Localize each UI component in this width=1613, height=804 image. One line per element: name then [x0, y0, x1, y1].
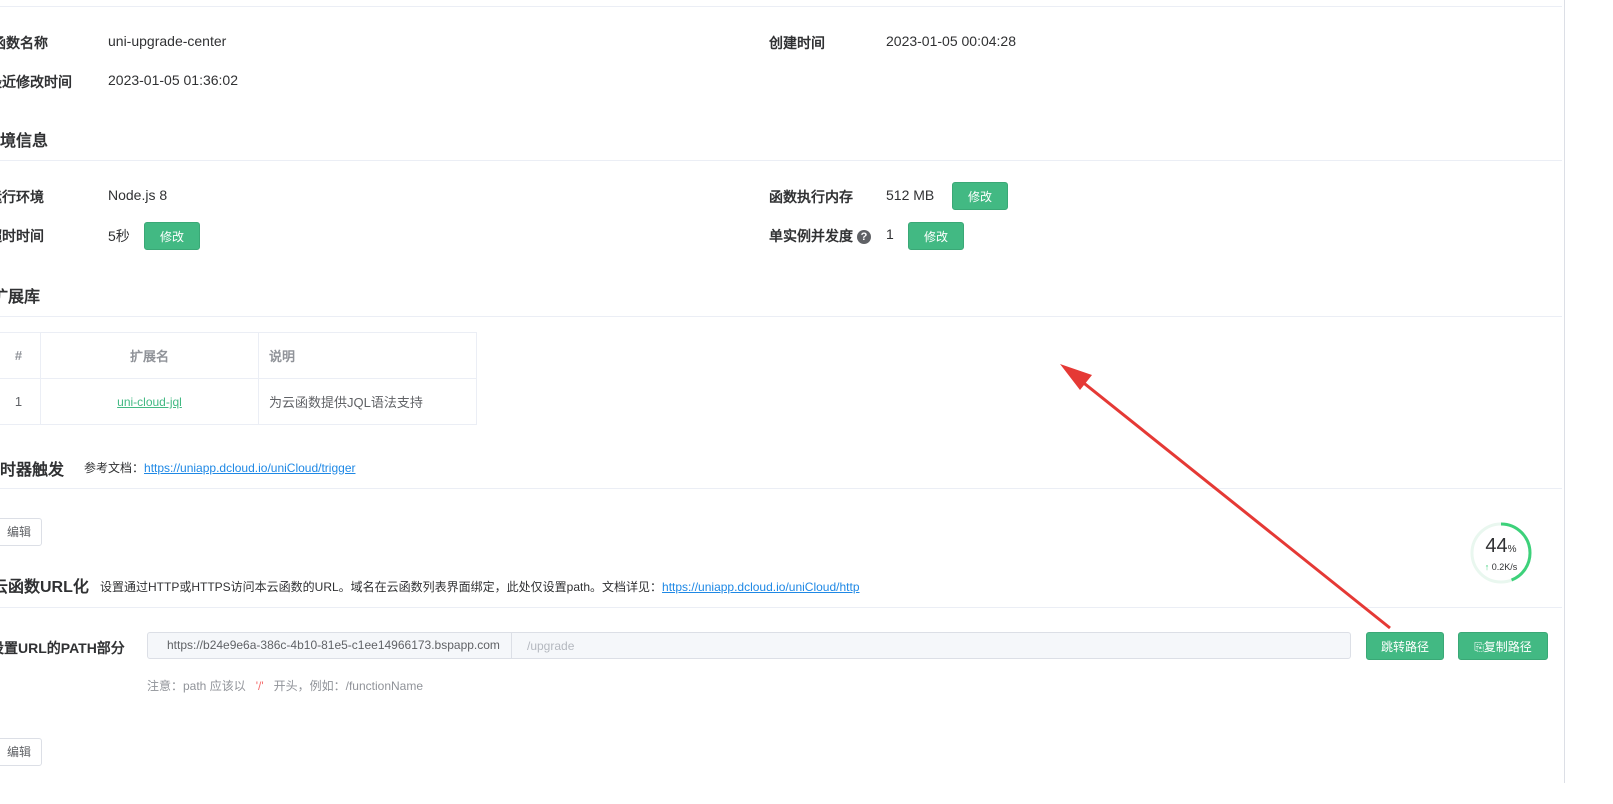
memory-value: 512 MB — [886, 187, 935, 203]
goto-path-button[interactable]: 跳转路径 — [1366, 632, 1444, 660]
url-doc-link[interactable]: https://uniapp.dcloud.io/uniCloud/http — [662, 580, 859, 594]
created-value: 2023-01-05 00:04:28 — [886, 33, 1016, 49]
gauge-speed-value: 0.2K/s — [1491, 562, 1518, 572]
trigger-section-title: 定时器触发 — [0, 462, 65, 479]
row-desc: 为云函数提供JQL语法支持 — [258, 378, 477, 425]
edit-memory-button[interactable]: 修改 — [952, 182, 1009, 210]
table-row: 1 uni-cloud-jql 为云函数提供JQL语法支持 — [0, 378, 477, 425]
path-label: 设置URL的PATH部分 — [0, 640, 125, 656]
help-icon[interactable]: ? — [857, 230, 871, 244]
copy-icon: ⎘ — [1474, 640, 1484, 654]
created-label: 创建时间 — [769, 35, 825, 51]
path-input[interactable] — [513, 633, 1348, 658]
concurrency-value: 1 — [886, 226, 894, 242]
modified-label: 最近修改时间 — [0, 74, 72, 90]
trigger-doc-label: 参考文档： — [84, 461, 145, 475]
hint-suffix: 开头，例如：/functionName — [273, 679, 423, 693]
trigger-doc-link[interactable]: https://uniapp.dcloud.io/uniCloud/trigge… — [144, 461, 355, 475]
runtime-label: 运行环境 — [0, 189, 44, 205]
gauge-percent: 44% — [1470, 535, 1532, 558]
hint-prefix: 注意：path 应该以 — [147, 679, 246, 693]
trigger-doc: 参考文档：https://uniapp.dcloud.io/uniCloud/t… — [84, 459, 356, 476]
timeout-label: 超时时间 — [0, 228, 44, 244]
trigger-divider — [0, 488, 1562, 489]
extensions-divider — [0, 316, 1562, 317]
url-desc: 设置通过HTTP或HTTPS访问本云函数的URL。域名在云函数列表界面绑定，此处… — [100, 578, 860, 595]
row-index: 1 — [0, 378, 41, 425]
edit-concurrency-button[interactable]: 修改 — [908, 222, 965, 250]
upload-arrow-icon: ↑ — [1484, 562, 1490, 572]
url-desc-text: 设置通过HTTP或HTTPS访问本云函数的URL。域名在云函数列表界面绑定，此处… — [100, 580, 663, 594]
func-name-value: uni-upgrade-center — [108, 33, 227, 49]
right-scroll-edge — [1564, 0, 1565, 783]
col-name-header: 扩展名 — [40, 332, 259, 379]
concurrency-label: 单实例并发度 — [769, 228, 853, 244]
gauge-speed: ↑ 0.2K/s — [1470, 562, 1532, 572]
func-name-label: 函数名称 — [0, 35, 48, 51]
gauge-percent-unit: % — [1507, 544, 1517, 555]
env-divider — [0, 160, 1562, 161]
gauge-percent-value: 44 — [1485, 535, 1508, 557]
path-input-group: https://b24e9e6a-386c-4b10-81e5-c1ee1496… — [147, 632, 1351, 659]
edit-trigger-button[interactable]: 编辑 — [0, 518, 43, 546]
col-index-header: # — [0, 332, 41, 379]
concurrency-label-wrap: 单实例并发度? — [769, 226, 871, 246]
url-section-title: 云函数URL化 — [0, 579, 89, 596]
copy-path-button[interactable]: ⎘复制路径 — [1458, 632, 1548, 660]
runtime-value: Node.js 8 — [108, 187, 168, 203]
domain-prefix: https://b24e9e6a-386c-4b10-81e5-c1ee1496… — [148, 633, 512, 658]
memory-label: 函数执行内存 — [769, 189, 853, 205]
env-section-title: 环境信息 — [0, 133, 49, 150]
copy-path-label: 复制路径 — [1483, 640, 1532, 654]
row-name-cell: uni-cloud-jql — [40, 378, 259, 425]
modified-value: 2023-01-05 01:36:02 — [108, 72, 238, 88]
url-divider — [0, 607, 1562, 608]
table-header-row: # 扩展名 说明 — [0, 332, 477, 379]
edit-timeout-button[interactable]: 修改 — [144, 222, 201, 250]
network-monitor-widget[interactable]: 44% ↑ 0.2K/s — [1470, 522, 1532, 584]
edit-url-button[interactable]: 编辑 — [0, 738, 43, 766]
hint-slash: '/' — [255, 679, 264, 693]
top-divider — [0, 6, 1562, 7]
col-desc-header: 说明 — [258, 332, 477, 379]
extension-link[interactable]: uni-cloud-jql — [117, 395, 182, 409]
timeout-value: 5秒 — [108, 228, 130, 244]
extensions-section-title: 扩展库 — [0, 289, 41, 306]
extensions-table: # 扩展名 说明 1 uni-cloud-jql 为云函数提供JQL语法支持 — [0, 332, 477, 425]
path-hint: 注意：path 应该以 '/' 开头，例如：/functionName — [147, 677, 423, 694]
